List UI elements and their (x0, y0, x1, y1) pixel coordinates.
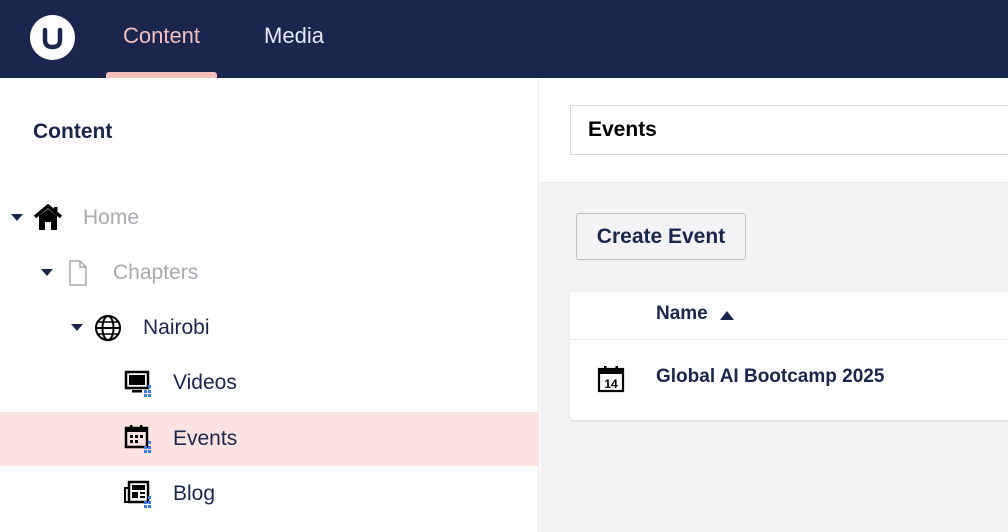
create-event-button[interactable]: Create Event (576, 213, 746, 260)
tree-item-label: Videos (173, 371, 237, 394)
section-tab-media-label: Media (264, 23, 324, 48)
home-icon (33, 204, 63, 230)
main-panel: Events Create Event Name 14 Global AI Bo… (540, 78, 1008, 532)
globe-icon (95, 315, 121, 341)
tree-item-events[interactable]: Events (0, 412, 539, 466)
table-header: Name (570, 292, 1008, 340)
tree-item-blog[interactable]: Blog (0, 467, 539, 521)
tree-item-label: Chapters (113, 261, 199, 284)
document-icon (69, 260, 87, 286)
tree-item-chapters[interactable]: Chapters (0, 246, 539, 300)
editor-header: Events (540, 78, 1008, 183)
section-tab-media[interactable]: Media (248, 0, 340, 78)
tree-item-label: Blog (173, 482, 216, 505)
caret-down-icon[interactable] (71, 324, 83, 331)
calendar-day-14-icon: 14 (597, 366, 625, 393)
top-navigation-bar: Content Media (0, 0, 1008, 78)
list-view-table: Name 14 Global AI Bootcamp 2025 (570, 292, 1008, 420)
caret-down-icon[interactable] (11, 214, 23, 221)
tree-item-label: Events (173, 427, 238, 450)
sort-ascending-icon[interactable] (720, 311, 734, 320)
section-tab-content[interactable]: Content (106, 0, 217, 78)
table-row[interactable]: 14 Global AI Bootcamp 2025 (570, 341, 1008, 420)
node-name-input[interactable]: Events (570, 105, 1008, 155)
tree-item-nairobi[interactable]: Nairobi (0, 301, 539, 355)
tree-item-home[interactable]: Home (0, 191, 539, 245)
tree-item-videos[interactable]: Videos (0, 356, 539, 410)
newspaper-list-icon (124, 480, 151, 508)
calendar-list-icon (124, 425, 151, 453)
column-header-name[interactable]: Name (656, 303, 708, 325)
tree-item-label: Home (83, 206, 140, 229)
tree-item-label: Nairobi (143, 316, 210, 339)
umbraco-logo-icon[interactable] (30, 15, 75, 60)
sidebar-title: Content (33, 120, 113, 143)
caret-down-icon[interactable] (41, 269, 53, 276)
calendar-day-number: 14 (604, 377, 618, 391)
section-tab-content-label: Content (122, 23, 201, 48)
video-list-icon (124, 370, 151, 397)
row-name-cell[interactable]: Global AI Bootcamp 2025 (656, 366, 884, 388)
content-tree-sidebar: Content Home Chapters Nairobi Videos Eve… (0, 78, 539, 532)
